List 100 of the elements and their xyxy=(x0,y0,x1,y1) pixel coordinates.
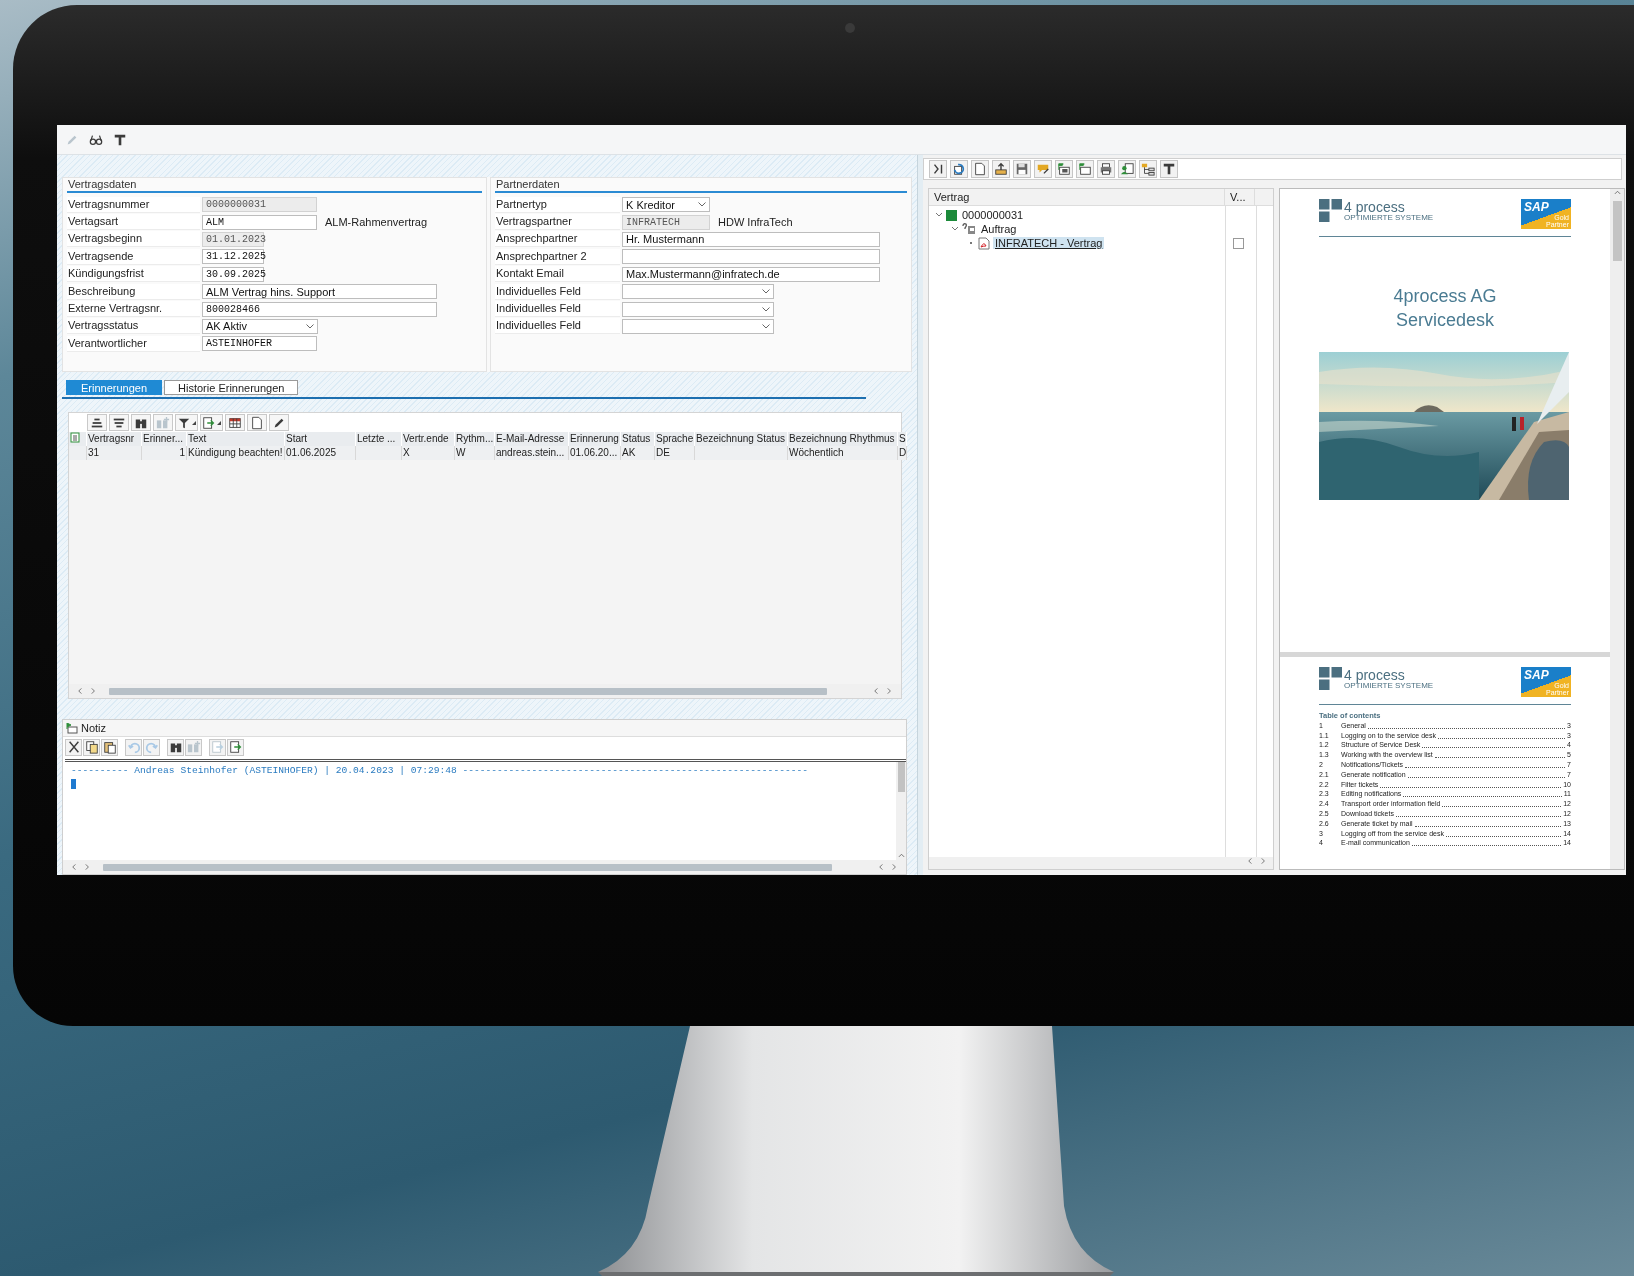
input-field[interactable]: ALM Vertrag hins. Support xyxy=(202,284,437,300)
tree-item[interactable]: Auftrag xyxy=(979,223,1019,235)
chevron-down-icon xyxy=(762,323,770,329)
column-header[interactable]: V... xyxy=(1225,189,1255,205)
upload-icon xyxy=(994,162,1008,176)
dropdown-field[interactable] xyxy=(622,318,774,334)
input-field[interactable]: Hr. Mustermann xyxy=(622,231,880,247)
chevron-down-icon xyxy=(306,323,314,329)
scrollbar-thumb[interactable] xyxy=(1612,201,1622,261)
scroll-left-icon[interactable] xyxy=(77,687,84,695)
toolbar-button[interactable] xyxy=(247,414,267,431)
toolbar-button[interactable] xyxy=(1139,160,1157,178)
horizontal-scrollbar[interactable] xyxy=(69,684,901,698)
vertical-scrollbar[interactable] xyxy=(1610,189,1624,869)
toolbar-button[interactable] xyxy=(1160,160,1178,178)
column-header[interactable]: Status xyxy=(621,432,655,446)
scroll-up-icon[interactable] xyxy=(897,852,905,860)
table-icon xyxy=(228,415,242,430)
checkbox[interactable] xyxy=(1233,237,1244,249)
logo-squares-icon xyxy=(1319,199,1342,222)
toolbar-button[interactable] xyxy=(950,160,968,178)
column-header[interactable]: Text xyxy=(187,432,285,446)
toolbar-button[interactable] xyxy=(101,738,118,756)
column-header[interactable]: Vertragsnr xyxy=(87,432,142,446)
table-cell: DE xyxy=(655,446,695,460)
toolbar-button[interactable] xyxy=(1013,160,1031,178)
column-header[interactable]: Erinnerung xyxy=(569,432,621,446)
toolbar-button[interactable] xyxy=(1055,160,1073,178)
tree-item[interactable]: 0000000031 xyxy=(960,209,1026,221)
column-header[interactable]: Erinner... xyxy=(142,432,187,446)
toolbar-button[interactable] xyxy=(87,414,107,431)
field-label: Vertragsstatus xyxy=(67,318,200,335)
column-header[interactable]: Rythm... xyxy=(455,432,495,446)
layout-icon xyxy=(1162,162,1176,176)
field-description: ALM-Rahmenvertrag xyxy=(325,216,428,229)
toolbar-button[interactable] xyxy=(1076,160,1094,178)
input-field[interactable]: INFRATECH xyxy=(622,214,710,230)
horizontal-scrollbar[interactable] xyxy=(63,860,906,874)
scroll-up-icon[interactable] xyxy=(1613,189,1621,197)
toolbar-button[interactable] xyxy=(83,738,100,756)
note-editor[interactable]: ---------- Andreas Steinhofer (ASTEINHOFER) | 20.04.2023 | 07:29:48 ------------------------------------------------------------ xyxy=(65,762,896,860)
column-header[interactable]: Sprache xyxy=(655,432,695,446)
tree-item[interactable]: INFRATECH - Vertrag xyxy=(993,237,1105,249)
tab[interactable]: Erinnerungen xyxy=(66,380,163,395)
toolbar-button[interactable] xyxy=(1097,160,1115,178)
column-header[interactable]: Bezeichnung Status xyxy=(695,432,788,446)
panel-title: Notiz xyxy=(81,722,107,734)
column-settings-icon[interactable] xyxy=(70,432,81,443)
vertical-scrollbar[interactable] xyxy=(896,762,906,860)
input-field[interactable]: 31.12.2025 xyxy=(202,249,264,265)
input-field[interactable]: 01.01.2023 xyxy=(202,231,264,247)
dropdown-field[interactable]: K Kreditor xyxy=(622,197,710,213)
toolbar-button[interactable] xyxy=(200,414,223,431)
column-header[interactable]: Vertrag xyxy=(929,189,1225,205)
toolbar-button[interactable] xyxy=(225,414,245,431)
input-field[interactable]: Max.Mustermann@infratech.de xyxy=(622,266,880,282)
input-field[interactable]: 30.09.2025 xyxy=(202,266,264,282)
toolbar-button[interactable] xyxy=(175,414,198,431)
scroll-left-icon[interactable] xyxy=(878,863,885,871)
scroll-right-icon[interactable] xyxy=(886,687,893,695)
scroll-left-icon[interactable] xyxy=(1247,857,1254,865)
scroll-left-icon[interactable] xyxy=(873,687,880,695)
toolbar-button[interactable] xyxy=(269,414,289,431)
scrollbar-thumb[interactable] xyxy=(897,762,905,792)
logo-text: 4 process xyxy=(1344,669,1406,682)
field-label: Partnertyp xyxy=(495,196,620,213)
toolbar-button[interactable] xyxy=(109,414,129,431)
column-header[interactable]: Vertr.ende xyxy=(402,432,455,446)
toolbar-button[interactable] xyxy=(992,160,1010,178)
field-label: Vertragsende xyxy=(67,248,200,265)
dropdown-field[interactable]: AK Aktiv xyxy=(202,318,318,334)
column-header[interactable]: E-Mail-Adresse xyxy=(495,432,569,446)
column-header[interactable]: Bezeichnung Rhythmus xyxy=(788,432,898,446)
toolbar-button[interactable] xyxy=(1118,160,1136,178)
scroll-right-icon[interactable] xyxy=(90,687,97,695)
column-header[interactable]: Start xyxy=(285,432,356,446)
scroll-right-icon[interactable] xyxy=(891,863,898,871)
caret-icon xyxy=(192,420,196,425)
dropdown-field[interactable] xyxy=(622,301,774,317)
scroll-right-icon[interactable] xyxy=(1260,857,1267,865)
dropdown-field[interactable] xyxy=(622,284,774,300)
tab[interactable]: Historie Erinnerungen xyxy=(164,380,299,395)
input-field[interactable]: ALM xyxy=(202,214,317,230)
input-field[interactable] xyxy=(622,249,880,265)
scroll-left-icon[interactable] xyxy=(71,863,78,871)
toolbar-button[interactable] xyxy=(131,414,151,431)
chevron-down-icon[interactable] xyxy=(935,211,943,219)
toolbar-button[interactable] xyxy=(929,160,947,178)
column-header[interactable]: S xyxy=(898,432,907,446)
chevron-down-icon[interactable] xyxy=(951,225,959,233)
scroll-right-icon[interactable] xyxy=(84,863,91,871)
toolbar-button[interactable] xyxy=(167,738,184,756)
horizontal-scrollbar[interactable] xyxy=(929,857,1273,869)
toolbar-button[interactable] xyxy=(65,738,82,756)
toolbar-button[interactable] xyxy=(971,160,989,178)
input-field[interactable]: 0000000031 xyxy=(202,197,317,213)
input-field[interactable]: ASTEINHOFER xyxy=(202,336,317,352)
column-header[interactable]: Letzte ... xyxy=(356,432,402,446)
input-field[interactable]: 800028466 xyxy=(202,301,437,317)
table-cell: Kündigung beachten! xyxy=(187,446,285,460)
